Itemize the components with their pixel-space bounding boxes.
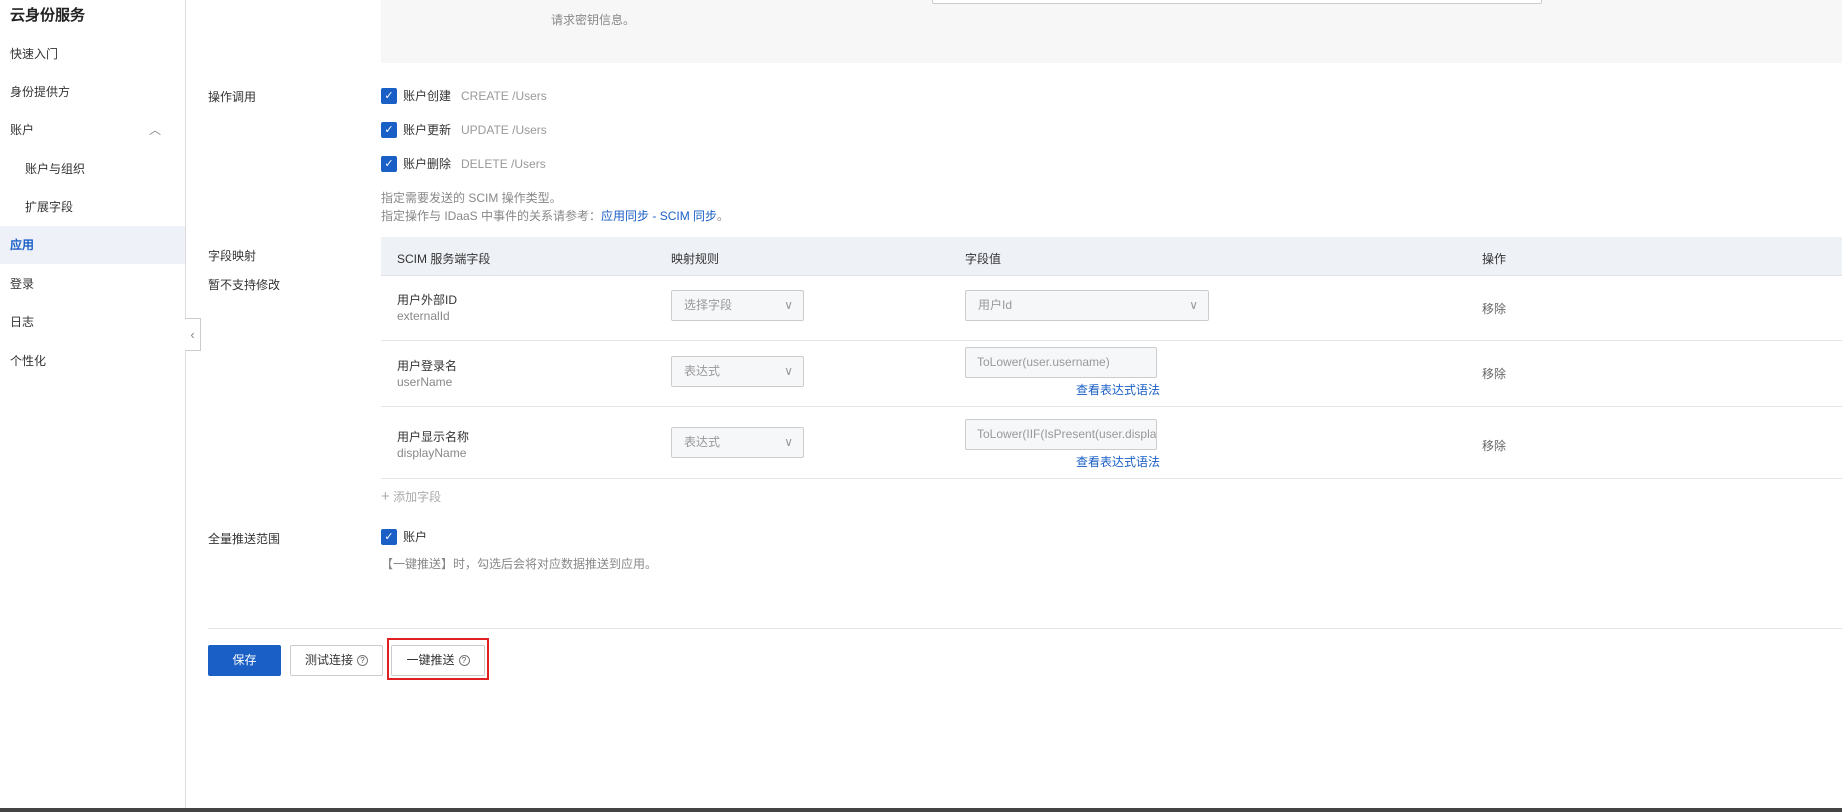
sidebar-item-apps[interactable]: 应用 <box>0 226 185 264</box>
secret-input[interactable] <box>932 0 1542 4</box>
label: 账户 <box>403 530 428 544</box>
sidebar-item-login[interactable]: 登录 <box>0 265 185 303</box>
operations-hint: 指定需要发送的 SCIM 操作类型。 <box>381 191 562 205</box>
add-field-button[interactable]: + 添加字段 <box>381 488 441 505</box>
mapping-label: 字段映射 <box>208 249 257 263</box>
label: 应用 <box>10 238 35 252</box>
header-scim-field: SCIM 服务端字段 <box>397 252 491 266</box>
scope-checkbox-account[interactable]: ✓ 账户 <box>381 528 427 545</box>
header-rule: 映射规则 <box>671 252 720 266</box>
label: 个性化 <box>10 354 47 368</box>
value: 选择字段 <box>684 298 733 312</box>
table-row: 用户显示名称 displayName 表达式 ∨ ToLower(IIF(IsPr… <box>381 407 1842 479</box>
expression-input[interactable]: ToLower(user.username) <box>965 347 1157 378</box>
check-icon: ✓ <box>381 528 397 545</box>
secret-section: 请求密钥信息。 <box>381 0 1842 63</box>
label: 账户删除 <box>403 157 452 171</box>
save-button[interactable]: 保存 <box>208 645 281 676</box>
scim-sync-link[interactable]: 应用同步 - SCIM 同步 <box>601 209 717 223</box>
collapse-sidebar-button[interactable]: ‹ <box>185 318 201 351</box>
divider <box>208 628 1842 629</box>
value-select[interactable]: 用户Id ∨ <box>965 290 1209 321</box>
sidebar: 云身份服务 快速入门 身份提供方 账户 ︿ 账户与组织 扩展字段 应用 登录 日志… <box>0 0 186 808</box>
mapping-sublabel: 暂不支持修改 <box>208 278 281 292</box>
field-code: displayName <box>397 446 467 460</box>
sidebar-item-account[interactable]: 账户 ︿ <box>0 111 185 149</box>
remove-button[interactable]: 移除 <box>1482 365 1506 382</box>
test-connection-button[interactable]: 测试连接? <box>290 645 383 676</box>
chevron-down-icon: ∨ <box>784 435 793 449</box>
table-row: 用户外部ID externalId 选择字段 ∨ 用户Id ∨ 移除 <box>381 276 1842 341</box>
checkbox-create[interactable]: ✓ 账户创建 CREATE /Users <box>381 87 547 104</box>
expression-input[interactable]: ToLower(IIF(IsPresent(user.displayName) <box>965 419 1157 450</box>
text: 指定操作与 IDaaS 中事件的关系请参考： <box>381 209 602 223</box>
sidebar-item-quickstart[interactable]: 快速入门 <box>0 35 185 73</box>
text: 。 <box>717 209 730 223</box>
label: 账户与组织 <box>25 162 86 176</box>
rule-select[interactable]: 表达式 ∨ <box>671 356 804 387</box>
value: 表达式 <box>684 435 721 449</box>
mapping-table: SCIM 服务端字段 映射规则 字段值 操作 用户外部ID externalId… <box>381 237 1842 479</box>
label: 扩展字段 <box>25 200 74 214</box>
secret-hint: 请求密钥信息。 <box>551 13 636 27</box>
table-row: 用户登录名 userName 表达式 ∨ ToLower(user.usernam… <box>381 341 1842 407</box>
field-code: userName <box>397 375 453 389</box>
plus-icon: + <box>381 488 390 505</box>
label: 账户 <box>10 123 35 137</box>
chevron-up-icon: ︿ <box>148 123 161 137</box>
chevron-down-icon: ∨ <box>784 298 793 312</box>
scope-hint: 【一键推送】时，勾选后会将对应数据推送到应用。 <box>381 557 658 571</box>
chevron-left-icon: ‹ <box>190 327 195 342</box>
op: DELETE /Users <box>461 156 546 171</box>
sidebar-item-personalize[interactable]: 个性化 <box>0 342 185 380</box>
label: 身份提供方 <box>10 85 71 99</box>
label: 测试连接 <box>304 653 353 667</box>
value: 用户Id <box>978 298 1013 312</box>
field-name: 用户登录名 <box>397 359 458 373</box>
sidebar-item-extended-fields[interactable]: 扩展字段 <box>0 188 185 226</box>
op: CREATE /Users <box>461 88 547 103</box>
check-icon: ✓ <box>381 155 397 172</box>
operations-hint-2: 指定操作与 IDaaS 中事件的关系请参考：应用同步 - SCIM 同步。 <box>381 207 729 224</box>
field-name: 用户外部ID <box>397 293 458 307</box>
label: 账户更新 <box>403 123 452 137</box>
table-header: SCIM 服务端字段 映射规则 字段值 操作 <box>381 237 1842 276</box>
value: 表达式 <box>684 364 721 378</box>
label: 快速入门 <box>10 47 59 61</box>
sidebar-title: 云身份服务 <box>10 7 86 24</box>
chevron-down-icon: ∨ <box>1189 298 1198 312</box>
sidebar-item-identity-provider[interactable]: 身份提供方 <box>0 73 185 111</box>
rule-select[interactable]: 表达式 ∨ <box>671 427 804 458</box>
chevron-down-icon: ∨ <box>784 364 793 378</box>
header-value: 字段值 <box>965 252 1002 266</box>
help-icon: ? <box>357 655 368 667</box>
expression-syntax-link[interactable]: 查看表达式语法 <box>1076 453 1160 470</box>
scope-label: 全量推送范围 <box>208 532 281 546</box>
checkbox-update[interactable]: ✓ 账户更新 UPDATE /Users <box>381 121 547 138</box>
op: UPDATE /Users <box>461 122 547 137</box>
rule-select[interactable]: 选择字段 ∨ <box>671 290 804 321</box>
label: 添加字段 <box>393 490 442 504</box>
field-code: externalId <box>397 309 450 323</box>
label: 账户创建 <box>403 89 452 103</box>
sidebar-item-logs[interactable]: 日志 <box>0 303 185 341</box>
checkbox-delete[interactable]: ✓ 账户删除 DELETE /Users <box>381 155 546 172</box>
header-action: 操作 <box>1482 252 1507 266</box>
highlight-box <box>387 638 489 680</box>
sidebar-item-accounts-orgs[interactable]: 账户与组织 <box>0 150 185 188</box>
check-icon: ✓ <box>381 121 397 138</box>
field-name: 用户显示名称 <box>397 430 470 444</box>
expression-syntax-link[interactable]: 查看表达式语法 <box>1076 381 1160 398</box>
bottom-bar <box>0 808 1842 812</box>
remove-button[interactable]: 移除 <box>1482 437 1506 454</box>
label: 登录 <box>10 277 35 291</box>
label: 日志 <box>10 315 35 329</box>
remove-button[interactable]: 移除 <box>1482 300 1506 317</box>
operations-label: 操作调用 <box>208 90 257 104</box>
check-icon: ✓ <box>381 87 397 104</box>
